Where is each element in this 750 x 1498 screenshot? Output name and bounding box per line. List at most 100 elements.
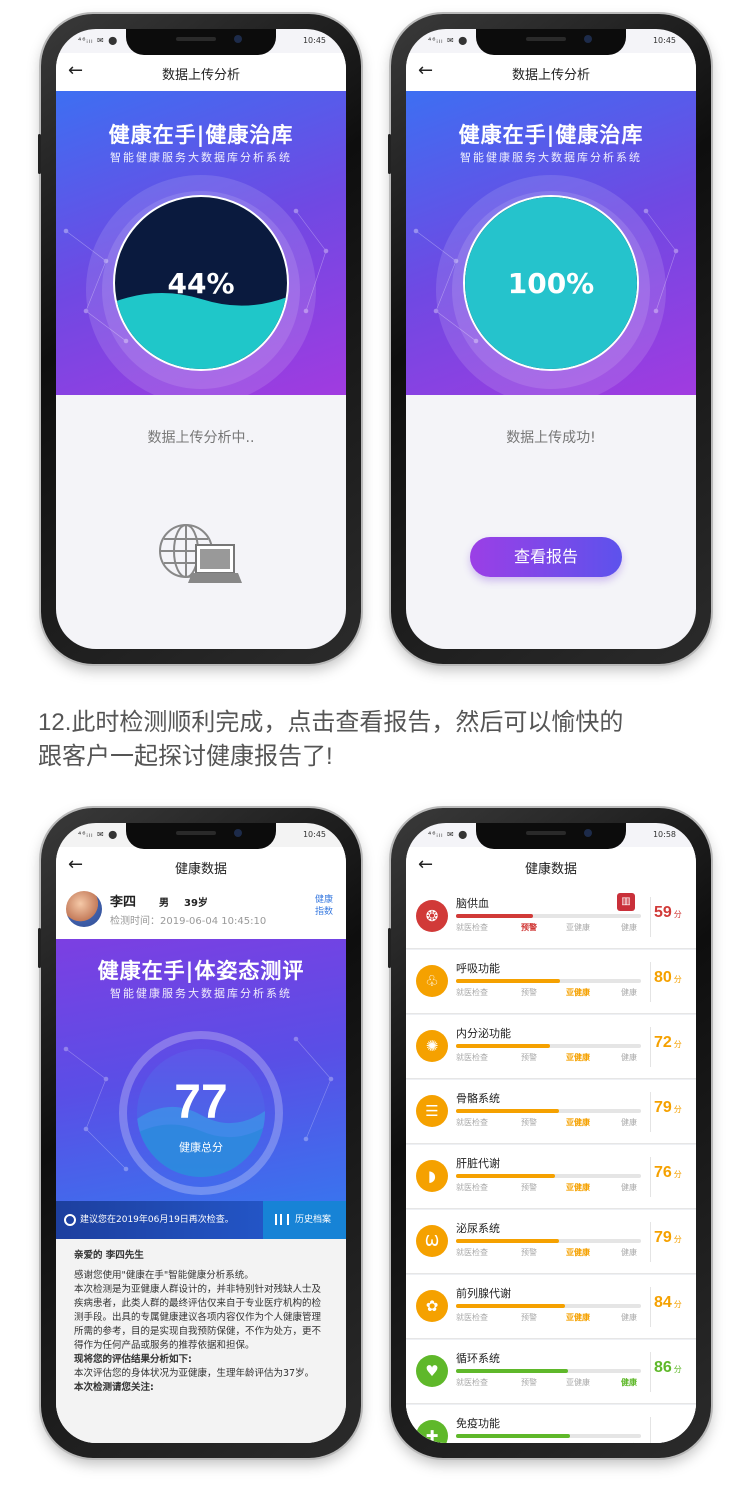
health-item-track bbox=[456, 1109, 641, 1113]
health-item-name: 免疫功能 bbox=[456, 1417, 500, 1430]
health-level-label: 就医检查 bbox=[456, 1053, 488, 1062]
health-item-bar bbox=[456, 1109, 559, 1113]
health-level-label: 亚健康 bbox=[566, 1378, 590, 1387]
health-level-label: 预警 bbox=[521, 923, 537, 932]
divider bbox=[650, 1157, 651, 1197]
view-report-button[interactable]: 查看报告 bbox=[470, 537, 622, 577]
health-level-label: 健康 bbox=[621, 1248, 637, 1257]
health-level-label: 就医检查 bbox=[456, 1442, 488, 1443]
health-item-name: 肝脏代谢 bbox=[456, 1157, 500, 1170]
health-item-row[interactable]: ☰ 骨骼系统 就医检查 预警 亚健康 健康 79 分 bbox=[406, 1080, 696, 1144]
health-level-label: 健康 bbox=[621, 1442, 637, 1443]
health-item-bar bbox=[456, 914, 533, 918]
health-level-label: 预警 bbox=[521, 1442, 537, 1443]
health-item-name: 呼吸功能 bbox=[456, 962, 500, 975]
health-item-bar bbox=[456, 1239, 559, 1243]
health-level-label: 健康 bbox=[621, 923, 637, 932]
progress-wave bbox=[115, 293, 287, 369]
health-item-track bbox=[456, 1239, 641, 1243]
health-level-label: 健康 bbox=[621, 1313, 637, 1322]
divider bbox=[650, 962, 651, 1002]
nav-bar: ← 数据上传分析 bbox=[56, 53, 346, 91]
letter-paragraph-2: 本次检测是为亚健康人群设计的，并非特别针对残缺人士及疾病患者，此类人群的最终评估… bbox=[74, 1284, 322, 1351]
page-title: 数据上传分析 bbox=[161, 68, 240, 83]
progress-ball: 44% bbox=[113, 195, 289, 371]
health-level-label: 健康 bbox=[621, 1053, 637, 1062]
health-item-name: 骨骼系统 bbox=[456, 1092, 500, 1105]
health-score: 77 bbox=[174, 1076, 228, 1129]
health-item-name: 脑供血 bbox=[456, 897, 489, 910]
health-item-bar bbox=[456, 1369, 568, 1373]
notch bbox=[476, 823, 626, 849]
user-sex: 男 bbox=[159, 898, 169, 909]
health-item-track bbox=[456, 1369, 641, 1373]
health-level-label: 亚健康 bbox=[566, 1183, 590, 1192]
divider bbox=[650, 1092, 651, 1132]
hero-banner: 健康在手|健康治库 智能健康服务大数据库分析系统 44% bbox=[56, 91, 346, 395]
caption-line-1: 12.此时检测顺利完成，点击查看报告，然后可以愉快的 bbox=[38, 709, 624, 736]
health-level-label: 健康 bbox=[621, 988, 637, 997]
page-title: 健康数据 bbox=[174, 862, 227, 877]
health-item-track bbox=[456, 1174, 641, 1178]
health-item-score: 76 分 bbox=[654, 1164, 682, 1181]
upload-status-text: 数据上传分析中.. bbox=[147, 430, 255, 446]
health-item-row[interactable]: ❂ 脑供血 就医检查 预警 亚健康 健康 ▥ 59 分 bbox=[406, 885, 696, 949]
notch bbox=[126, 29, 276, 55]
health-item-track bbox=[456, 979, 641, 983]
hero-banner: 健康在手|健康治库 智能健康服务大数据库分析系统 100% bbox=[406, 91, 696, 395]
divider bbox=[650, 897, 651, 937]
notch bbox=[476, 29, 626, 55]
screen: ⁴⁶ᵢₗₗ ✉ ⬤ 10:58 ← 健康数据 ❂ 脑供血 就医检查 预警 亚健康 健康 ▥ 59… bbox=[406, 823, 696, 1443]
hero-subtitle: 智能健康服务大数据库分析系统 bbox=[110, 987, 292, 1000]
health-level-label: 就医检查 bbox=[456, 1313, 488, 1322]
health-item-score: 79 分 bbox=[654, 1099, 682, 1116]
user-name: 李四 bbox=[110, 895, 137, 910]
hero-title: 健康在手|健康治库 bbox=[458, 123, 644, 147]
health-item-score: 59 分 bbox=[654, 904, 682, 921]
divider bbox=[650, 1287, 651, 1327]
health-level-label: 亚健康 bbox=[566, 1118, 590, 1127]
clock: 10:45 bbox=[302, 830, 326, 839]
health-item-row[interactable]: ✚ 免疫功能就医检查 预警 亚健康 健康 bbox=[406, 1405, 696, 1443]
signal-icon: ⁴⁶ᵢₗₗ ✉ ⬤ bbox=[78, 36, 119, 45]
health-item-bar bbox=[456, 1304, 566, 1308]
health-level-label: 健康 bbox=[621, 1183, 637, 1192]
divider bbox=[650, 1352, 651, 1392]
ribcage-icon: ☰ bbox=[416, 1095, 448, 1127]
user-info-bar: 李四 男 39岁 检测时间：2019-06-04 10:45:10 健康指数 bbox=[56, 885, 346, 939]
nav-bar: ← 数据上传分析 bbox=[406, 53, 696, 91]
health-level-label: 健康 bbox=[621, 1118, 637, 1127]
health-level-label: 就医检查 bbox=[456, 923, 488, 932]
refresh-icon bbox=[64, 1214, 76, 1226]
chart-icon[interactable]: ▥ bbox=[617, 893, 635, 911]
health-index-link[interactable]: 健康指数 bbox=[314, 894, 334, 918]
kidney-icon: Ѡ bbox=[416, 1225, 448, 1257]
hero-title: 健康在手|健康治库 bbox=[108, 123, 294, 147]
health-item-score: 72 分 bbox=[654, 1034, 682, 1051]
health-item-score: 79 分 bbox=[654, 1229, 682, 1246]
health-item-row[interactable]: ◗ 肝脏代谢 就医检查 预警 亚健康 健康 76 分 bbox=[406, 1145, 696, 1209]
signal-icon: ⁴⁶ᵢₗₗ ✉ ⬤ bbox=[428, 36, 469, 45]
history-button[interactable]: 历史档案 bbox=[263, 1201, 346, 1239]
progress-percent: 100% bbox=[507, 267, 595, 300]
signal-icon: ⁴⁶ᵢₗₗ ✉ ⬤ bbox=[428, 830, 469, 839]
recommend-bar: 建议您在2019年06月19日再次检查。 历史档案 bbox=[56, 1201, 346, 1239]
globe-computer-icon bbox=[159, 524, 242, 583]
health-item-row[interactable]: ♧ 呼吸功能 就医检查 预警 亚健康 健康 80 分 bbox=[406, 950, 696, 1014]
caption-line-2: 跟客户一起探讨健康报告了! bbox=[38, 743, 333, 770]
health-level-label: 亚健康 bbox=[566, 988, 590, 997]
health-level-label: 就医检查 bbox=[456, 1248, 488, 1257]
health-item-row[interactable]: ✺ 内分泌功能 就医检查 预警 亚健康 健康 72 分 bbox=[406, 1015, 696, 1079]
clock: 10:45 bbox=[652, 36, 676, 45]
archive-icon bbox=[275, 1214, 289, 1225]
health-item-bar bbox=[456, 979, 560, 983]
health-item-row[interactable]: ✿ 前列腺代谢 就医检查 预警 亚健康 健康 84 分 bbox=[406, 1275, 696, 1339]
liver-icon: ◗ bbox=[416, 1160, 448, 1192]
letter-heading-3: 本次检测请您关注: bbox=[74, 1382, 154, 1393]
health-item-row[interactable]: Ѡ 泌尿系统 就医检查 预警 亚健康 健康 79 分 bbox=[406, 1210, 696, 1274]
history-label: 历史档案 bbox=[295, 1215, 332, 1225]
lungs-icon: ♧ bbox=[416, 965, 448, 997]
health-item-row[interactable]: ♥ 循环系统 就医检查 预警 亚健康 健康 86 分 bbox=[406, 1340, 696, 1404]
letter-greeting: 亲爱的 李四先生 bbox=[74, 1250, 144, 1261]
health-level-label: 预警 bbox=[521, 1248, 537, 1257]
